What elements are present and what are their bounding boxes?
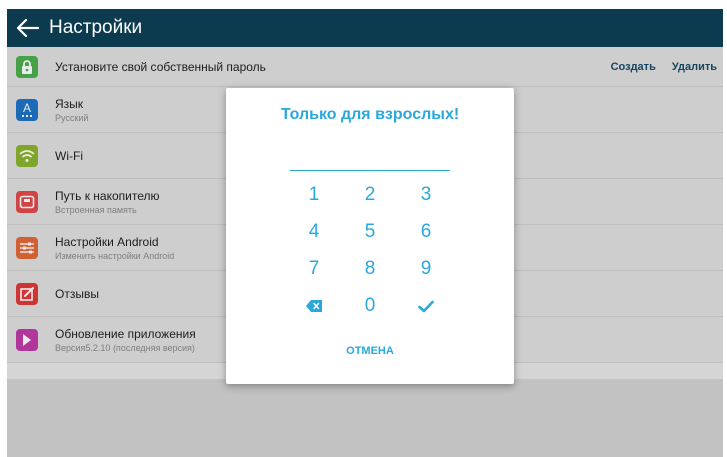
key-4[interactable]: 4 [294, 216, 334, 248]
pin-input[interactable] [290, 170, 450, 171]
key-7[interactable]: 7 [294, 253, 334, 285]
key-6[interactable]: 6 [406, 216, 446, 248]
cancel-button[interactable]: ОТМЕНА [226, 345, 514, 357]
key-5[interactable]: 5 [350, 216, 390, 248]
top-bar: Настройки [7, 9, 723, 47]
key-1[interactable]: 1 [294, 179, 334, 211]
dialog-title: Только для взрослых! [280, 106, 460, 123]
key-8[interactable]: 8 [350, 253, 390, 285]
page-title: Настройки [49, 17, 143, 38]
key-2[interactable]: 2 [350, 179, 390, 211]
key-0[interactable]: 0 [350, 290, 390, 322]
parental-pin-dialog: Только для взрослых! 1 2 3 4 5 6 7 8 9 0 [226, 88, 514, 384]
settings-app: Настройки Установите свой собственный па… [7, 9, 723, 457]
backspace-icon[interactable] [294, 290, 334, 322]
confirm-check-icon[interactable] [406, 290, 446, 322]
arrow-left-icon[interactable] [13, 13, 43, 43]
key-9[interactable]: 9 [406, 253, 446, 285]
window-frame-left [0, 0, 7, 457]
window-frame-top [0, 0, 727, 9]
key-3[interactable]: 3 [406, 179, 446, 211]
window-frame-right [723, 0, 727, 457]
